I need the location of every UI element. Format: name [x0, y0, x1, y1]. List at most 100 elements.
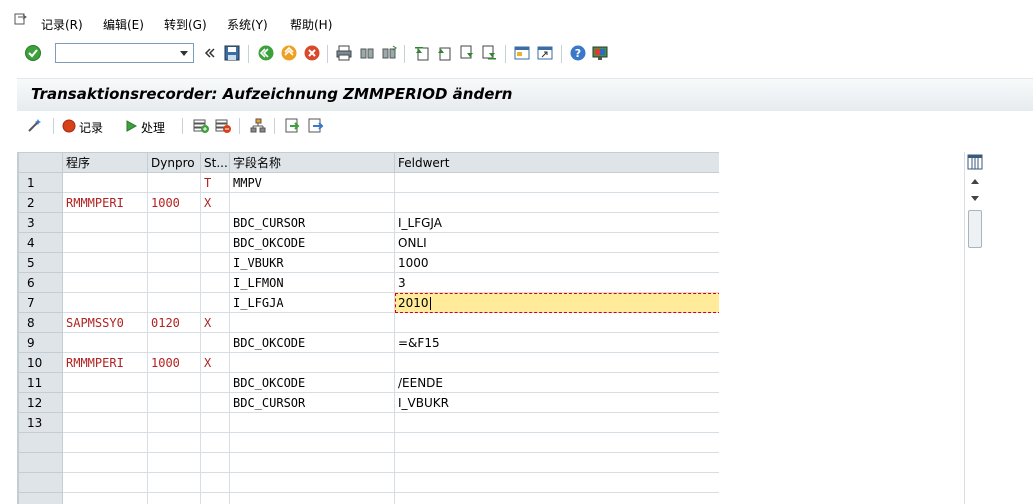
- collapse-icon[interactable]: [203, 46, 217, 60]
- field-name-cell[interactable]: BDC_OKCODE: [229, 232, 395, 253]
- field-value-cell[interactable]: [394, 432, 720, 453]
- table-row[interactable]: 10 RMMMPERI 1000 X: [18, 352, 720, 373]
- table-row[interactable]: 5 I_VBUKR 1000: [18, 252, 720, 273]
- dynpro-cell[interactable]: [147, 272, 201, 293]
- field-value-cell[interactable]: [394, 452, 720, 473]
- help-icon[interactable]: ?: [569, 44, 587, 62]
- start-flag-cell[interactable]: [200, 372, 230, 393]
- dynpro-cell[interactable]: [147, 252, 201, 273]
- field-name-cell[interactable]: [229, 192, 395, 213]
- command-input[interactable]: [58, 45, 180, 63]
- start-flag-cell[interactable]: [200, 432, 230, 453]
- start-flag-cell[interactable]: [200, 452, 230, 473]
- command-field[interactable]: [55, 43, 194, 63]
- table-row[interactable]: 1 T MMPV: [18, 172, 720, 193]
- dynpro-cell[interactable]: [147, 392, 201, 413]
- program-cell[interactable]: RMMMPERI: [62, 352, 148, 373]
- menu-edit[interactable]: 编辑(E): [103, 16, 144, 33]
- table-row[interactable]: 8 SAPMSSY0 0120 X: [18, 312, 720, 333]
- field-value-cell[interactable]: /EENDE: [394, 372, 720, 393]
- menu-record[interactable]: 记录(R): [41, 16, 83, 33]
- field-name-cell[interactable]: BDC_OKCODE: [229, 332, 395, 353]
- field-name-cell[interactable]: [229, 412, 395, 433]
- find-next-icon[interactable]: [380, 44, 398, 62]
- start-flag-cell[interactable]: [200, 252, 230, 273]
- field-value-cell[interactable]: =&F15: [394, 332, 720, 353]
- field-name-cell[interactable]: BDC_CURSOR: [229, 212, 395, 233]
- dynpro-cell[interactable]: [147, 172, 201, 193]
- table-row[interactable]: 7 I_LFGJA 2010: [18, 292, 720, 313]
- dynpro-cell[interactable]: [147, 452, 201, 473]
- start-flag-cell[interactable]: [200, 292, 230, 313]
- new-session-icon[interactable]: [513, 44, 531, 62]
- table-row[interactable]: [18, 452, 720, 473]
- start-flag-cell[interactable]: [200, 212, 230, 233]
- dynpro-cell[interactable]: [147, 372, 201, 393]
- cancel-icon[interactable]: [303, 44, 321, 62]
- save-icon[interactable]: [223, 44, 241, 62]
- back-icon[interactable]: [257, 44, 275, 62]
- column-header-program[interactable]: 程序: [62, 152, 148, 173]
- table-row[interactable]: [18, 492, 720, 504]
- dynpro-cell[interactable]: [147, 212, 201, 233]
- table-row[interactable]: 4 BDC_OKCODE ONLI: [18, 232, 720, 253]
- table-row[interactable]: 11 BDC_OKCODE/EENDE: [18, 372, 720, 393]
- start-flag-cell[interactable]: [200, 492, 230, 504]
- exit-icon[interactable]: [280, 44, 298, 62]
- field-value-cell[interactable]: I_VBUKR: [394, 392, 720, 413]
- field-value-cell[interactable]: 3: [394, 272, 720, 293]
- column-header-start[interactable]: St...: [200, 152, 230, 173]
- dynpro-cell[interactable]: [147, 332, 201, 353]
- record-button[interactable]: 记录: [60, 115, 118, 137]
- start-flag-cell[interactable]: X: [200, 192, 230, 213]
- program-cell[interactable]: [62, 372, 148, 393]
- field-value-cell[interactable]: [394, 412, 720, 433]
- start-flag-cell[interactable]: X: [200, 312, 230, 333]
- export-icon[interactable]: [307, 117, 325, 135]
- insert-row-icon[interactable]: [192, 117, 210, 135]
- field-value-cell[interactable]: 1000: [394, 252, 720, 273]
- program-cell[interactable]: [62, 432, 148, 453]
- field-value-cell[interactable]: [394, 492, 720, 504]
- table-row[interactable]: [18, 432, 720, 453]
- start-flag-cell[interactable]: X: [200, 352, 230, 373]
- column-header-dynpro[interactable]: Dynpro: [147, 152, 201, 173]
- import-icon[interactable]: [284, 117, 302, 135]
- field-value-cell[interactable]: [394, 192, 720, 213]
- command-dropdown-icon[interactable]: [177, 46, 191, 60]
- scroll-thumb[interactable]: [968, 210, 982, 248]
- table-row[interactable]: 2 RMMMPERI 1000 X: [18, 192, 720, 213]
- field-name-cell[interactable]: MMPV: [229, 172, 395, 193]
- column-header-field-value[interactable]: Feldwert: [394, 152, 720, 173]
- start-flag-cell[interactable]: [200, 272, 230, 293]
- table-row[interactable]: [18, 472, 720, 493]
- start-flag-cell[interactable]: [200, 472, 230, 493]
- start-flag-cell[interactable]: [200, 392, 230, 413]
- table-vertical-scrollbar[interactable]: [964, 152, 985, 504]
- field-value-cell[interactable]: ONLI: [394, 232, 720, 253]
- field-name-cell[interactable]: [229, 432, 395, 453]
- program-cell[interactable]: [62, 492, 148, 504]
- program-cell[interactable]: [62, 292, 148, 313]
- column-header-field-name[interactable]: 字段名称: [229, 152, 395, 173]
- hierarchy-icon[interactable]: [249, 117, 267, 135]
- enter-icon[interactable]: [24, 44, 42, 62]
- last-page-icon[interactable]: [480, 44, 498, 62]
- print-icon[interactable]: [335, 44, 353, 62]
- program-cell[interactable]: [62, 252, 148, 273]
- field-value-cell[interactable]: [394, 172, 720, 193]
- field-name-cell[interactable]: [229, 352, 395, 373]
- table-row[interactable]: 9 BDC_OKCODE =&F15: [18, 332, 720, 353]
- dynpro-cell[interactable]: [147, 412, 201, 433]
- menu-help[interactable]: 帮助(H): [290, 16, 332, 33]
- dynpro-cell[interactable]: 1000: [147, 352, 201, 373]
- table-row[interactable]: 12 BDC_CURSOR I_VBUKR: [18, 392, 720, 413]
- field-name-cell[interactable]: I_LFMON: [229, 272, 395, 293]
- field-name-cell[interactable]: BDC_CURSOR: [229, 392, 395, 413]
- process-button[interactable]: 处理: [122, 115, 180, 137]
- program-cell[interactable]: SAPMSSY0: [62, 312, 148, 333]
- start-flag-cell[interactable]: [200, 332, 230, 353]
- program-cell[interactable]: [62, 412, 148, 433]
- scroll-down-icon[interactable]: [969, 194, 981, 204]
- delete-row-icon[interactable]: [214, 117, 232, 135]
